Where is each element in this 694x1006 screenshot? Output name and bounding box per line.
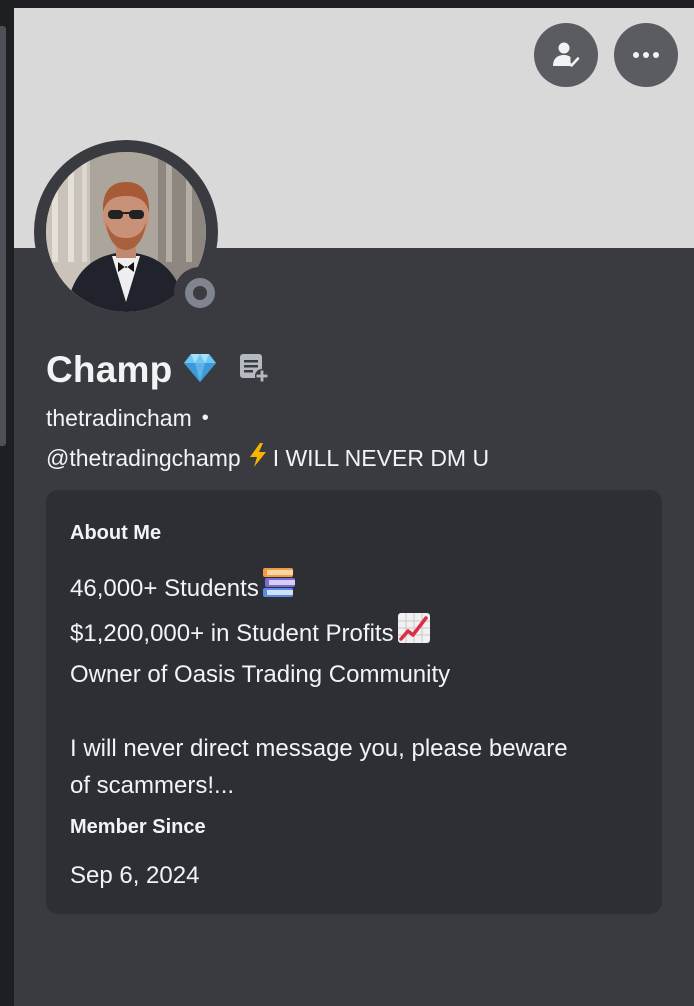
more-options-icon — [633, 52, 659, 58]
more-options-button[interactable] — [614, 23, 678, 87]
profile-panel: Champ thetradincham • @thetradingchamp I… — [14, 8, 694, 1006]
username-row: thetradincham • — [46, 402, 209, 434]
chart-increasing-icon — [396, 611, 432, 656]
bio-line-5: of scammers!... — [70, 772, 235, 799]
about-me-text: 46,000+ Students $1,200,000+ in Student … — [70, 566, 640, 804]
username[interactable]: thetradincham — [46, 405, 192, 432]
display-name: Champ — [46, 349, 173, 390]
friend-status-button[interactable] — [534, 23, 598, 87]
offline-status-icon — [185, 278, 215, 308]
diamond-icon — [182, 352, 218, 389]
name-row: Champ — [46, 346, 270, 394]
profile-info-card: About Me 46,000+ Students $1,200,000+ in — [46, 490, 662, 914]
lightning-icon — [249, 443, 267, 473]
window-top-strip — [0, 0, 694, 8]
pronouns: @thetradingchamp I WILL NEVER DM U — [46, 442, 489, 474]
about-me-heading: About Me — [70, 522, 162, 544]
add-note-icon[interactable] — [238, 352, 270, 389]
pronouns-suffix: I WILL NEVER DM U — [272, 444, 490, 471]
books-icon — [261, 566, 297, 611]
status-indicator — [174, 267, 226, 319]
left-gutter — [0, 8, 14, 1006]
pronouns-prefix: @thetradingchamp — [46, 444, 241, 471]
separator-dot: • — [201, 406, 209, 429]
add-friend-icon — [553, 42, 580, 67]
bio-line-2: $1,200,000+ in Student Profits — [70, 620, 394, 647]
avatar-frame — [34, 140, 226, 324]
bio-line-3: Owner of Oasis Trading Community — [70, 661, 451, 688]
member-since-date: Sep 6, 2024 — [70, 862, 200, 889]
scrollbar[interactable] — [0, 26, 6, 446]
member-since-heading: Member Since — [70, 816, 206, 838]
bio-line-1: 46,000+ Students — [70, 575, 259, 602]
bio-line-4: I will never direct message you, please … — [70, 735, 568, 762]
